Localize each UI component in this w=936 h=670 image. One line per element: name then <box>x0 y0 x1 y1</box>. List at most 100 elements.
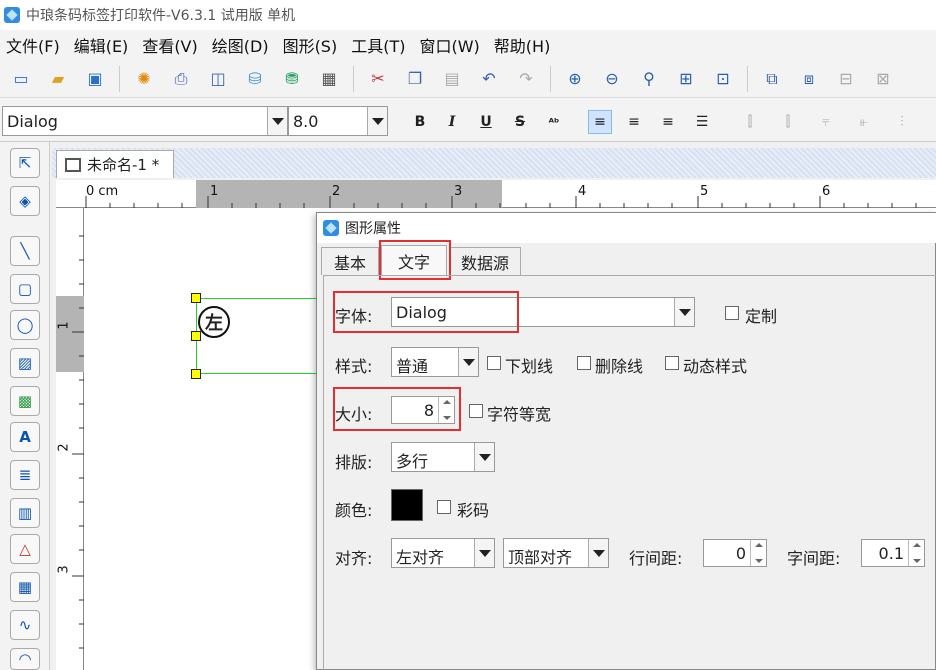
rectangle-icon[interactable]: ▢ <box>10 274 40 304</box>
monospace-checkbox[interactable] <box>469 404 483 418</box>
ruler-ticks <box>72 235 84 649</box>
menu-edit[interactable]: 编辑(E) <box>74 33 129 57</box>
print-preview-icon[interactable]: ◫ <box>205 66 231 92</box>
chevron-down-icon[interactable] <box>674 298 694 326</box>
align-objects-left-icon[interactable]: ⫿ <box>738 110 762 134</box>
italic-button[interactable]: I <box>440 110 464 134</box>
toolbar-separator <box>550 65 551 92</box>
arc-icon[interactable]: ◠ <box>10 648 40 670</box>
align-objects-bottom-icon[interactable]: ⫦ <box>852 110 876 134</box>
style-combo[interactable]: 普通 <box>391 347 479 377</box>
ellipse-icon[interactable]: ◯ <box>10 310 40 340</box>
send-back-icon[interactable]: ⧈ <box>796 66 822 92</box>
copy-icon[interactable]: ❐ <box>402 66 428 92</box>
title-bar: 中琅条码标签打印软件-V6.3.1 试用版 单机 <box>0 0 936 30</box>
vertical-align-combo[interactable]: 顶部对齐 <box>503 538 609 568</box>
align-left-icon[interactable]: ≡ <box>588 110 612 134</box>
rich-text-icon[interactable]: ≣ <box>10 460 40 490</box>
menu-draw[interactable]: 绘图(D) <box>212 33 269 57</box>
custom-font-checkbox[interactable] <box>725 306 739 320</box>
qrcode-icon[interactable]: ▦ <box>10 572 40 602</box>
database-icon[interactable]: ⛁ <box>242 66 268 92</box>
strikethrough-button[interactable]: S <box>508 110 532 134</box>
dialog-title: 图形属性 <box>345 221 401 237</box>
stepper-arrows-icon[interactable] <box>750 540 766 566</box>
barcode-grid-icon[interactable]: ▦ <box>316 66 342 92</box>
menu-view[interactable]: 查看(V) <box>142 33 197 57</box>
database-settings-icon[interactable]: ⛃ <box>279 66 305 92</box>
curve-icon[interactable]: ∿ <box>10 610 40 640</box>
dynamic-style-label: 动态样式 <box>683 357 748 376</box>
pan-icon[interactable]: ◈ <box>10 186 40 216</box>
menu-tools[interactable]: 工具(T) <box>351 33 405 57</box>
undo-icon[interactable]: ↶ <box>476 66 502 92</box>
bring-front-icon[interactable]: ⧉ <box>759 66 785 92</box>
chevron-down-icon[interactable] <box>588 539 608 567</box>
barcode-icon[interactable]: ▥ <box>10 498 40 528</box>
chevron-down-icon[interactable] <box>474 443 494 471</box>
underline-button[interactable]: U <box>474 110 498 134</box>
zoom-in-icon[interactable]: ⊕ <box>562 66 588 92</box>
shape-triangle-icon[interactable]: △ <box>10 534 40 564</box>
align-justify-icon[interactable]: ☰ <box>690 110 714 134</box>
line-spacing-stepper[interactable]: 0 <box>703 539 767 567</box>
fit-page-icon[interactable]: ⊞ <box>673 66 699 92</box>
font-family-value: Dialog <box>7 112 58 131</box>
paste-icon[interactable]: ▤ <box>439 66 465 92</box>
distribute-icon[interactable]: ⫶ <box>890 110 914 134</box>
underline-checkbox[interactable] <box>487 356 501 370</box>
align-objects-top-icon[interactable]: ⫧ <box>814 110 838 134</box>
tab-basic[interactable]: 基本 <box>321 247 379 275</box>
cut-icon[interactable]: ✂ <box>365 66 391 92</box>
resize-handle[interactable] <box>191 369 201 379</box>
highlight-frame <box>379 240 451 280</box>
menu-shape[interactable]: 图形(S) <box>283 33 338 57</box>
picture-icon[interactable]: ▩ <box>10 386 40 416</box>
menu-file[interactable]: 文件(F) <box>6 33 60 57</box>
settings-gear-icon[interactable]: ✺ <box>131 66 157 92</box>
strikethrough-checkbox[interactable] <box>577 356 591 370</box>
document-tab[interactable]: 未命名-1 * <box>56 150 174 178</box>
horizontal-align-combo[interactable]: 左对齐 <box>391 538 495 568</box>
fit-all-icon[interactable]: ⊡ <box>710 66 736 92</box>
redo-icon[interactable]: ↷ <box>513 66 539 92</box>
align-center-icon[interactable]: ≡ <box>622 110 646 134</box>
menu-help[interactable]: 帮助(H) <box>494 33 551 57</box>
pointer-icon[interactable]: ⇱ <box>10 148 40 178</box>
chevron-down-icon[interactable] <box>367 107 387 135</box>
tab-datasource[interactable]: 数据源 <box>449 247 521 275</box>
chevron-down-icon[interactable] <box>458 348 478 376</box>
font-size-combo[interactable]: 8.0 <box>288 106 388 136</box>
align-objects-right-icon[interactable]: ⫿ <box>776 110 800 134</box>
resize-handle[interactable] <box>191 293 201 303</box>
image-icon[interactable]: ▨ <box>10 348 40 378</box>
align-right-icon[interactable]: ≡ <box>656 110 680 134</box>
color-code-checkbox[interactable] <box>437 500 451 514</box>
font-family-combo[interactable]: Dialog <box>2 106 288 136</box>
letter-spacing-icon[interactable]: ᴬᵇ <box>542 110 566 134</box>
open-folder-icon[interactable]: ▰ <box>45 66 71 92</box>
group-icon[interactable]: ⊟ <box>833 66 859 92</box>
color-swatch[interactable] <box>391 489 423 521</box>
highlight-frame <box>333 387 461 431</box>
save-icon[interactable]: ▣ <box>82 66 108 92</box>
dynamic-style-checkbox[interactable] <box>665 356 679 370</box>
layout-value: 多行 <box>396 452 429 471</box>
menu-window[interactable]: 窗口(W) <box>419 33 479 57</box>
resize-handle[interactable] <box>191 331 201 341</box>
underline-label: 下划线 <box>505 357 554 376</box>
bold-button[interactable]: B <box>408 110 432 134</box>
line-icon[interactable]: ╲ <box>10 236 40 266</box>
style-value: 普通 <box>396 357 429 376</box>
new-icon[interactable]: ▭ <box>8 66 34 92</box>
zoom-out-icon[interactable]: ⊖ <box>599 66 625 92</box>
layout-combo[interactable]: 多行 <box>391 442 495 472</box>
zoom-icon[interactable]: ⚲ <box>636 66 662 92</box>
chevron-down-icon[interactable] <box>267 107 287 135</box>
chevron-down-icon[interactable] <box>474 539 494 567</box>
stepper-arrows-icon[interactable] <box>908 540 924 566</box>
text-icon[interactable]: A <box>10 422 40 452</box>
ungroup-icon[interactable]: ⊠ <box>870 66 896 92</box>
char-spacing-stepper[interactable]: 0.1 <box>861 539 925 567</box>
print-icon[interactable]: ⎙ <box>168 66 194 92</box>
